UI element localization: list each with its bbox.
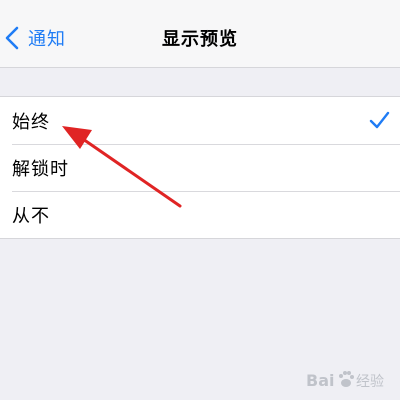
svg-text:经验: 经验 xyxy=(356,374,384,390)
navigation-bar: 通知 显示预览 xyxy=(0,0,400,68)
svg-text:Bai: Bai xyxy=(306,371,334,390)
option-label: 从不 xyxy=(12,205,50,227)
watermark: Bai 经验 xyxy=(306,366,394,394)
option-label: 解锁时 xyxy=(12,158,69,180)
baidu-paw-logo: Bai 经验 xyxy=(306,371,384,390)
section-spacer xyxy=(0,68,400,96)
option-label: 始终 xyxy=(12,111,50,133)
option-when-unlocked[interactable]: 解锁时 xyxy=(0,144,400,191)
option-never[interactable]: 从不 xyxy=(0,191,400,238)
page-title: 显示预览 xyxy=(162,29,238,50)
checkmark-icon xyxy=(369,111,390,129)
option-always[interactable]: 始终 xyxy=(0,97,400,144)
options-list: 始终 解锁时 从不 xyxy=(0,96,400,239)
